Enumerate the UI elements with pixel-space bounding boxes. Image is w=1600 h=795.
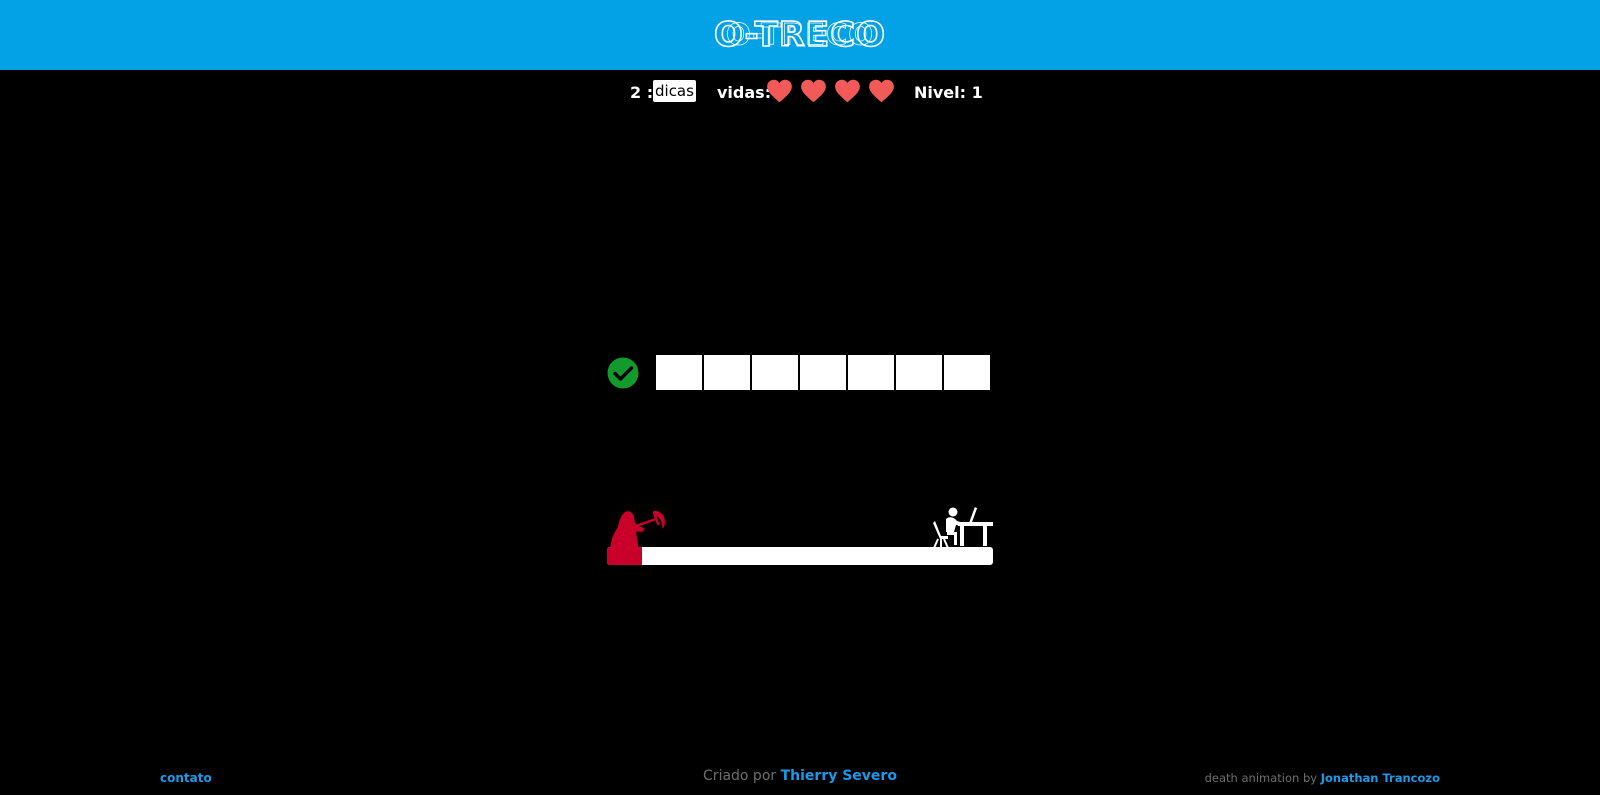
death-progress-track: [607, 505, 993, 567]
heart-icon: [869, 79, 894, 103]
letter-input[interactable]: [800, 355, 846, 390]
letter-input[interactable]: [944, 355, 990, 390]
game-status-bar: 2 : dicas vidas: Nivel: 1: [0, 78, 1600, 108]
grim-reaper-icon: [609, 510, 665, 553]
author-link[interactable]: Thierry Severo: [781, 768, 897, 784]
animation-credits-prefix: death animation by: [1204, 771, 1318, 785]
site-title-inline: O-TRECO: [726, 17, 874, 51]
letter-input[interactable]: [752, 355, 798, 390]
hints-button[interactable]: dicas: [653, 80, 696, 102]
lives-label: vidas:: [717, 83, 772, 102]
site-footer: contato Criado por Thierry Severo death …: [0, 768, 1600, 788]
animation-author-link[interactable]: Jonathan Trancozo: [1321, 771, 1440, 785]
letter-input[interactable]: [704, 355, 750, 390]
animation-credits: death animation by Jonathan Trancozo: [1205, 771, 1440, 785]
check-circle-icon[interactable]: [607, 357, 639, 389]
heart-icon: [835, 79, 860, 103]
hints-remaining: 2 :: [630, 83, 654, 102]
desk-worker-icon: [933, 507, 993, 549]
letter-input[interactable]: [848, 355, 894, 390]
letter-input[interactable]: [896, 355, 942, 390]
level-indicator: Nivel: 1: [914, 83, 983, 102]
site-logo: O-TRECO O-TRECO: [713, 15, 886, 55]
created-by-prefix: Criado por: [703, 768, 777, 784]
site-header: O-TRECO O-TRECO: [0, 0, 1600, 70]
letter-input[interactable]: [656, 355, 702, 390]
lives-hearts: [766, 78, 895, 104]
letter-boxes: [656, 355, 990, 390]
heart-icon: [801, 79, 826, 103]
heart-icon: [767, 79, 792, 103]
